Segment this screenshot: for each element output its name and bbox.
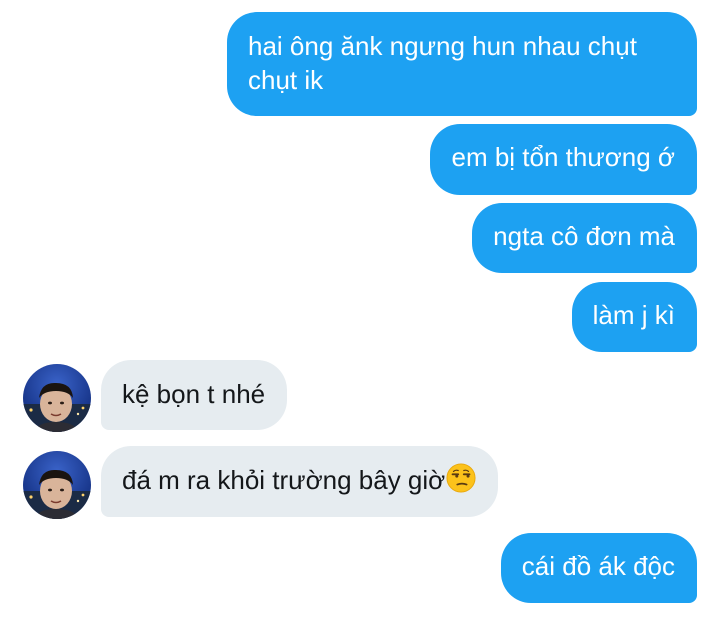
message-text: ngta cô đơn mà (493, 221, 675, 251)
avatar[interactable] (23, 451, 91, 519)
avatar-photo-icon (23, 364, 91, 432)
message-text: cái đồ ák độc (521, 551, 675, 581)
message-text: kệ bọn t nhé (122, 379, 266, 409)
message-bubble-outgoing[interactable]: làm j kì (571, 282, 697, 352)
message-text: hai ông ănk ngưng hun nhau chụt chụt ik (248, 31, 637, 95)
message-bubble-incoming[interactable]: kệ bọn t nhé (101, 360, 288, 430)
avatar-photo-icon (23, 451, 91, 519)
avatar[interactable] (23, 364, 91, 432)
message-text: làm j kì (592, 300, 675, 330)
message-bubble-outgoing[interactable]: em bị tổn thương ớ (430, 124, 697, 195)
message-text: em bị tổn thương ớ (451, 142, 675, 172)
message-bubble-incoming[interactable]: đá m ra khỏi trường bây giờ (101, 446, 499, 517)
message-text: đá m ra khỏi trường bây giờ (122, 465, 446, 495)
message-bubble-outgoing[interactable]: ngta cô đơn mà (472, 203, 697, 273)
message-bubble-outgoing[interactable]: cái đồ ák độc (500, 533, 697, 603)
message-thread: hai ông ănk ngưng hun nhau chụt chụt ik … (0, 0, 720, 621)
unamused-face-icon (446, 463, 476, 493)
message-bubble-outgoing[interactable]: hai ông ănk ngưng hun nhau chụt chụt ik (227, 12, 697, 116)
